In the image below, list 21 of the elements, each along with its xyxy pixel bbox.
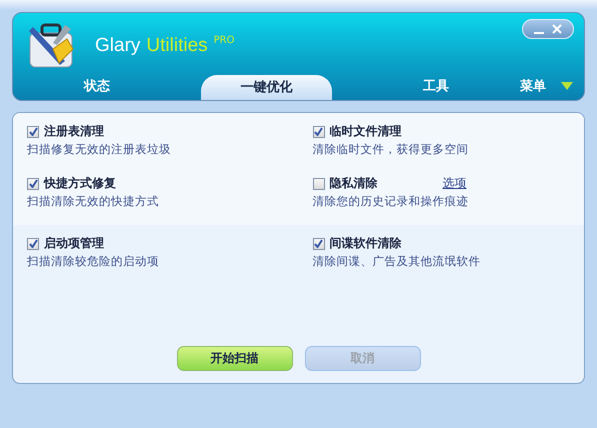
item-title: 注册表清理 bbox=[44, 123, 104, 140]
item-title: 启动项管理 bbox=[44, 235, 104, 252]
options-link[interactable]: 选项 bbox=[442, 175, 466, 192]
item-description: 扫描清除较危险的启动项 bbox=[27, 254, 160, 269]
item-description: 扫描修复无效的注册表垃圾 bbox=[27, 142, 172, 157]
action-button[interactable]: 开始扫描 bbox=[176, 346, 292, 371]
item-title: 间谍软件清除 bbox=[330, 235, 402, 252]
item-description: 清除临时文件，获得更多空间 bbox=[312, 142, 470, 157]
edition-label: PRO bbox=[214, 35, 234, 46]
menu-label[interactable]: 菜单 bbox=[520, 77, 546, 95]
tab[interactable]: 工具 bbox=[352, 77, 520, 100]
item-description: 扫描清除无效的快捷方式 bbox=[27, 194, 160, 209]
item-title: 临时文件清理 bbox=[330, 123, 402, 140]
item-description: 清除您的历史记录和操作痕迹 bbox=[312, 194, 470, 209]
tab[interactable]: 状态 bbox=[13, 77, 182, 100]
app-name-highlight: Utilities bbox=[146, 35, 208, 57]
item-title: 隐私清除 bbox=[330, 175, 378, 192]
app-name: Glary bbox=[95, 35, 140, 57]
item-description: 清除间谍、广告及其他流氓软件 bbox=[312, 254, 482, 269]
item-title: 快捷方式修复 bbox=[44, 175, 116, 192]
tab[interactable]: 一键优化 bbox=[201, 75, 332, 100]
